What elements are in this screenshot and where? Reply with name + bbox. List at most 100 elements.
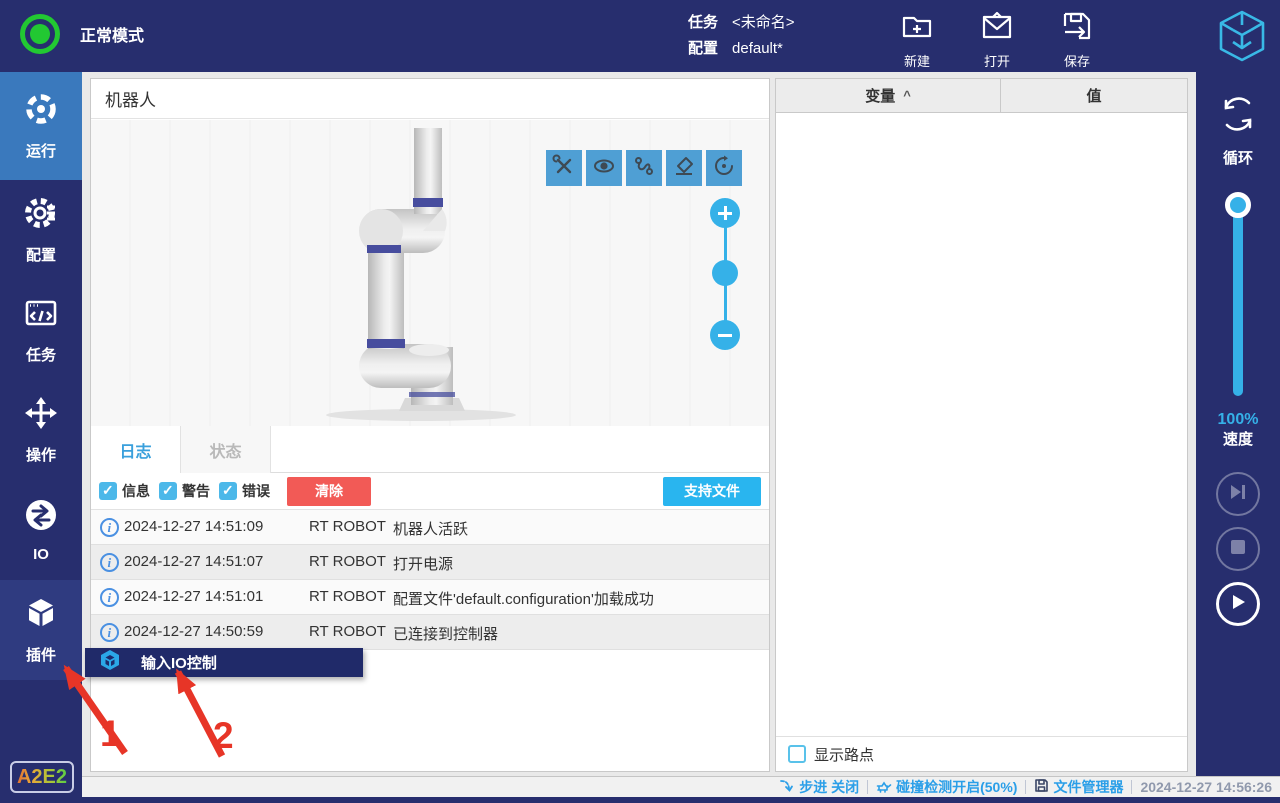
tab-log[interactable]: 日志 <box>91 426 181 473</box>
plugin-popup-menu: 输入IO控制 <box>85 648 363 677</box>
loop-mode-button[interactable]: 循环 <box>1216 92 1260 168</box>
bottom-edge-strip <box>0 797 1280 803</box>
collision-detection-toggle[interactable]: 碰撞检测开启(50%) <box>876 777 1017 797</box>
viewport-toolbar <box>546 150 742 186</box>
open-button[interactable]: 打开 <box>965 8 1029 70</box>
new-task-button[interactable]: 新建 <box>885 8 949 70</box>
open-icon <box>979 8 1015 49</box>
visibility-button[interactable] <box>586 150 622 186</box>
status-bar: 步进 关闭 碰撞检测开启(50%) 文件管理器 2024-12-27 14:56… <box>82 776 1280 797</box>
play-icon <box>1228 592 1248 617</box>
info-icon <box>100 553 119 572</box>
annotation-number-2: 2 <box>213 715 234 757</box>
status-ring-icon <box>20 14 60 54</box>
step-mode-icon <box>779 778 795 797</box>
status-divider <box>1131 780 1132 794</box>
speed-slider <box>1223 192 1253 402</box>
reset-view-button[interactable] <box>706 150 742 186</box>
log-list: 2024-12-27 14:51:09 RT ROBOT 机器人活跃 2024-… <box>91 510 769 650</box>
clear-log-button[interactable]: 清除 <box>287 477 371 506</box>
tools-button[interactable] <box>546 150 582 186</box>
rotate-icon <box>712 154 736 183</box>
right-sidebar: 循环 100% 速度 <box>1196 72 1280 776</box>
trajectory-button[interactable] <box>626 150 662 186</box>
brand-logo-icon <box>1215 8 1269 64</box>
io-arrows-icon <box>23 497 59 538</box>
loop-icon <box>1216 92 1260 141</box>
speed-slider-track[interactable] <box>1233 204 1243 396</box>
sidebar-item-io[interactable]: IO <box>0 480 82 580</box>
info-icon <box>100 588 119 607</box>
config-key: 配置 <box>688 36 718 62</box>
sidebar-item-operate[interactable]: 操作 <box>0 380 82 480</box>
eraser-icon <box>672 154 696 183</box>
column-variable[interactable]: 变量 ^ <box>776 79 1001 112</box>
log-row[interactable]: 2024-12-27 14:50:59 RT ROBOT 已连接到控制器 <box>91 615 769 650</box>
status-divider <box>867 780 868 794</box>
robot-panel-title: 机器人 <box>91 79 769 119</box>
variable-panel: 变量 ^ 值 显示路点 <box>775 78 1188 772</box>
speed-slider-handle[interactable] <box>1225 192 1251 218</box>
zoom-in-button[interactable] <box>710 198 740 228</box>
speed-readout: 100% 速度 <box>1218 410 1259 450</box>
file-manager-button[interactable]: 文件管理器 <box>1034 777 1123 797</box>
config-value: default* <box>732 36 783 62</box>
tools-icon <box>552 154 576 183</box>
top-bar: 正常模式 任务 <未命名> 配置 default* 新建 <box>0 0 1280 72</box>
sort-asc-icon: ^ <box>903 88 911 103</box>
stop-icon <box>1229 538 1247 561</box>
filter-warning[interactable]: 警告 <box>159 481 210 501</box>
warning-checkbox[interactable] <box>159 482 177 500</box>
variable-table-header: 变量 ^ 值 <box>776 79 1187 113</box>
version-badge: A2E2 <box>10 761 74 793</box>
operate-move-icon <box>23 395 59 436</box>
info-icon <box>100 623 119 642</box>
file-manager-icon <box>1034 778 1049 796</box>
menu-item-input-io-control[interactable]: 输入IO控制 <box>141 652 217 673</box>
filter-info[interactable]: 信息 <box>99 481 150 501</box>
speed-label: 速度 <box>1218 430 1259 450</box>
column-value[interactable]: 值 <box>1001 79 1187 112</box>
filter-error[interactable]: 错误 <box>219 481 270 501</box>
plugin-cube-icon <box>23 595 59 636</box>
tab-status[interactable]: 状态 <box>181 426 271 473</box>
info-checkbox[interactable] <box>99 482 117 500</box>
show-waypoints-label: 显示路点 <box>814 744 874 765</box>
stop-button[interactable] <box>1216 527 1260 571</box>
zoom-out-button[interactable] <box>710 320 740 350</box>
settings-gear-icon <box>23 195 59 236</box>
collision-icon <box>876 778 892 797</box>
sidebar-item-config[interactable]: 配置 <box>0 180 82 280</box>
mode-indicator: 正常模式 <box>20 14 144 54</box>
log-row[interactable]: 2024-12-27 14:51:07 RT ROBOT 打开电源 <box>91 545 769 580</box>
task-config-info: 任务 <未命名> 配置 default* <box>688 10 795 62</box>
sidebar-item-task[interactable]: 任务 <box>0 280 82 380</box>
show-waypoints-checkbox[interactable] <box>788 745 806 763</box>
log-row[interactable]: 2024-12-27 14:51:09 RT ROBOT 机器人活跃 <box>91 510 769 545</box>
status-timestamp: 2024-12-27 14:56:26 <box>1140 779 1272 795</box>
log-tabstrip: 日志 状态 <box>91 426 769 473</box>
plugin-hex-icon <box>85 649 121 676</box>
step-next-button[interactable] <box>1216 472 1260 516</box>
sidebar-item-plugin[interactable]: 插件 <box>0 580 82 680</box>
speed-value: 100% <box>1218 410 1259 430</box>
save-button[interactable]: 保存 <box>1045 8 1109 70</box>
support-files-button[interactable]: 支持文件 <box>663 477 761 506</box>
task-code-icon <box>23 295 59 336</box>
task-key: 任务 <box>688 10 718 36</box>
log-row[interactable]: 2024-12-27 14:51:01 RT ROBOT 配置文件'defaul… <box>91 580 769 615</box>
sidebar-item-run[interactable]: 运行 <box>0 72 82 180</box>
step-mode-toggle[interactable]: 步进 关闭 <box>779 777 859 797</box>
task-value: <未命名> <box>732 10 795 36</box>
error-checkbox[interactable] <box>219 482 237 500</box>
left-sidebar: 运行 配置 任务 <box>0 72 82 803</box>
zoom-slider-handle[interactable] <box>712 260 738 286</box>
eraser-button[interactable] <box>666 150 702 186</box>
skip-next-icon <box>1228 482 1248 507</box>
path-icon <box>632 154 656 183</box>
robot-3d-viewport[interactable] <box>91 120 769 426</box>
eye-icon <box>592 154 616 183</box>
info-icon <box>100 518 119 537</box>
robot-teach-pendant-app: 正常模式 任务 <未命名> 配置 default* 新建 <box>0 0 1280 803</box>
play-button[interactable] <box>1216 582 1260 626</box>
